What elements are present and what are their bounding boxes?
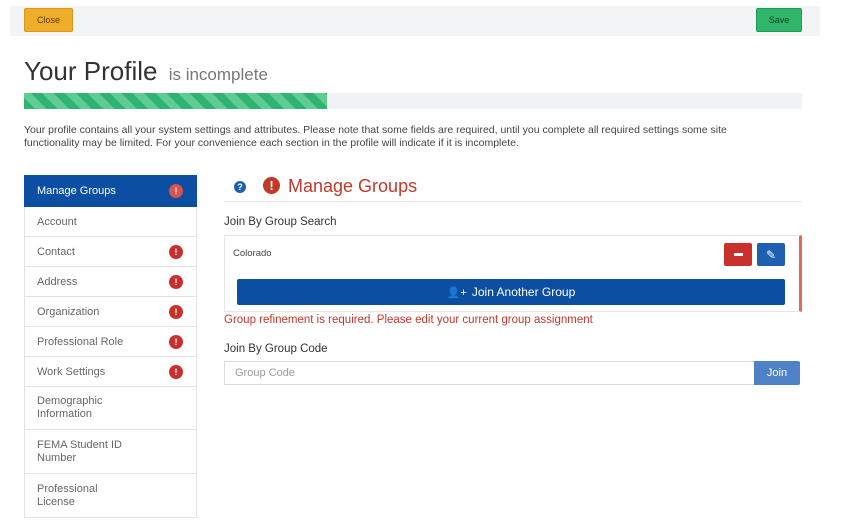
group-code-input[interactable] [224, 361, 754, 385]
sidebar-item-address[interactable]: Address ! [24, 267, 197, 297]
exclamation-circle-icon: ! [263, 177, 280, 194]
edit-group-button[interactable]: ✎ [757, 243, 785, 266]
page-title-text: Your Profile [24, 56, 158, 86]
join-another-group-button[interactable]: 👤+ Join Another Group [237, 279, 785, 305]
top-action-bar [10, 6, 820, 36]
join-button[interactable]: Join [754, 361, 800, 385]
sidebar-item-professional-license[interactable]: Professional License [24, 474, 197, 518]
sidebar-item-fema-student-id[interactable]: FEMA Student ID Number [24, 430, 197, 474]
intro-text: Your profile contains all your system se… [24, 124, 727, 149]
progress-fill [24, 93, 328, 109]
close-button[interactable]: Close [24, 8, 73, 32]
sidebar-item-organization[interactable]: Organization ! [24, 297, 197, 327]
save-button[interactable]: Save [756, 8, 802, 32]
alert-badge-icon: ! [169, 244, 183, 259]
pencil-icon: ✎ [765, 247, 777, 262]
remove-group-button[interactable] [724, 243, 752, 266]
sidebar-item-label: Contact [37, 245, 75, 258]
alert-badge-icon: ! [169, 364, 183, 379]
profile-progress-bar [24, 93, 802, 109]
sidebar-item-professional-role[interactable]: Professional Role ! [24, 327, 197, 357]
current-group-panel: Colorado ✎ 👤+ Join Another Group [224, 235, 802, 312]
alert-badge-icon: ! [169, 304, 183, 319]
minus-icon [733, 253, 743, 256]
join-by-code-label: Join By Group Code [224, 343, 328, 355]
sidebar-item-account[interactable]: Account [24, 207, 197, 237]
help-icon[interactable]: ? [234, 181, 246, 193]
group-name: Colorado [233, 248, 272, 259]
alert-badge-icon: ! [169, 334, 183, 349]
sidebar-item-label: Professional License [37, 482, 98, 508]
sidebar-item-label: Organization [37, 305, 100, 318]
page-title: Your Profile is incomplete [24, 56, 268, 87]
profile-sidebar: Manage Groups ! Account Contact ! Addres… [24, 175, 197, 518]
alert-badge-icon: ! [169, 184, 183, 198]
group-error-message: Group refinement is required. Please edi… [224, 314, 593, 326]
section-divider [224, 201, 802, 202]
sidebar-item-demographic-information[interactable]: Demographic Information [24, 387, 197, 430]
sidebar-item-label: FEMA Student ID Number [37, 438, 122, 464]
sidebar-item-work-settings[interactable]: Work Settings ! [24, 357, 197, 387]
page-subtitle: is incomplete [168, 65, 268, 84]
sidebar-item-label: Work Settings [37, 365, 106, 378]
sidebar-item-label: Manage Groups [37, 185, 116, 197]
section-title: Manage Groups [288, 176, 418, 196]
alert-badge-icon: ! [169, 274, 183, 289]
user-plus-icon: 👤+ [446, 286, 467, 299]
join-by-search-label: Join By Group Search [224, 216, 337, 228]
sidebar-item-label: Demographic Information [37, 395, 103, 420]
sidebar-item-label: Address [37, 275, 78, 288]
join-another-group-label: Join Another Group [471, 285, 576, 299]
sidebar-item-contact[interactable]: Contact ! [24, 237, 197, 267]
sidebar-item-label: Account [37, 215, 77, 228]
sidebar-item-label: Professional Role [37, 335, 124, 348]
sidebar-item-manage-groups[interactable]: Manage Groups ! [24, 175, 197, 207]
